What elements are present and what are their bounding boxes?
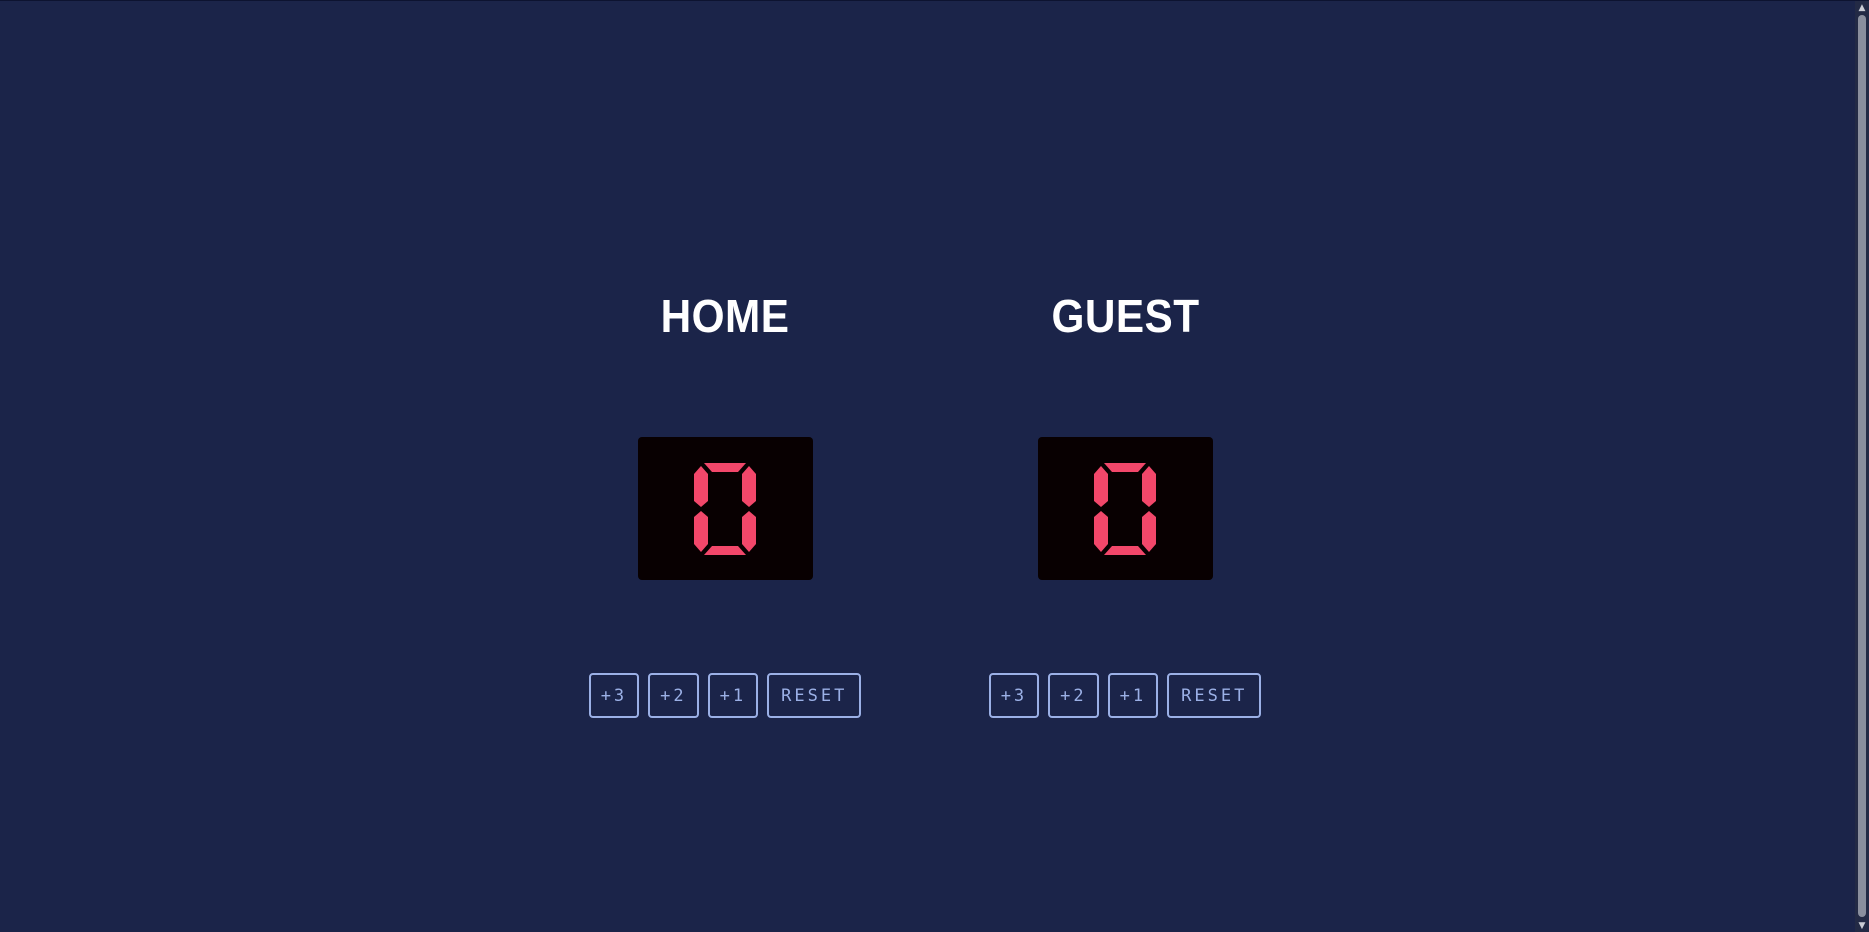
home-digit-segment-c (742, 510, 756, 552)
guest-digit-segment-c (1142, 510, 1156, 552)
home-score-digit (694, 462, 756, 555)
guest-panel: GUEST +3 +2 +1 RESET (988, 1, 1262, 718)
guest-reset-button[interactable]: RESET (1167, 673, 1262, 718)
home-controls: +3 +2 +1 RESET (588, 673, 862, 718)
home-add-3-button[interactable]: +3 (588, 673, 640, 718)
guest-score-digit (1094, 462, 1156, 555)
guest-title: GUEST (1050, 290, 1200, 342)
vertical-scrollbar[interactable]: ▲ ▼ (1855, 1, 1869, 932)
guest-score-display (1037, 437, 1213, 580)
guest-controls: +3 +2 +1 RESET (988, 673, 1262, 718)
home-digit-segment-d (704, 545, 746, 555)
scrollbar-thumb[interactable] (1858, 15, 1866, 917)
home-add-1-button[interactable]: +1 (707, 673, 759, 718)
scoreboard-page: HOME +3 +2 +1 RESET GUEST +3 +2 +1 RESET… (0, 0, 1869, 932)
guest-add-3-button[interactable]: +3 (988, 673, 1040, 718)
home-digit-segment-b (742, 465, 756, 507)
home-add-2-button[interactable]: +2 (648, 673, 699, 718)
home-panel: HOME +3 +2 +1 RESET (588, 1, 862, 718)
guest-add-1-button[interactable]: +1 (1107, 673, 1159, 718)
home-reset-button[interactable]: RESET (767, 673, 862, 718)
home-digit-segment-e (694, 510, 708, 552)
home-digit-segment-f (694, 465, 708, 507)
home-title: HOME (660, 290, 790, 342)
guest-digit-segment-d (1104, 545, 1146, 555)
guest-digit-segment-e (1094, 510, 1108, 552)
guest-digit-segment-a (1104, 462, 1146, 472)
home-score-display (637, 437, 813, 580)
chevron-up-icon[interactable]: ▲ (1855, 2, 1869, 14)
guest-digit-segment-f (1094, 465, 1108, 507)
guest-digit-segment-b (1142, 465, 1156, 507)
home-digit-segment-a (704, 462, 746, 472)
guest-add-2-button[interactable]: +2 (1048, 673, 1099, 718)
chevron-down-icon[interactable]: ▼ (1855, 920, 1869, 932)
